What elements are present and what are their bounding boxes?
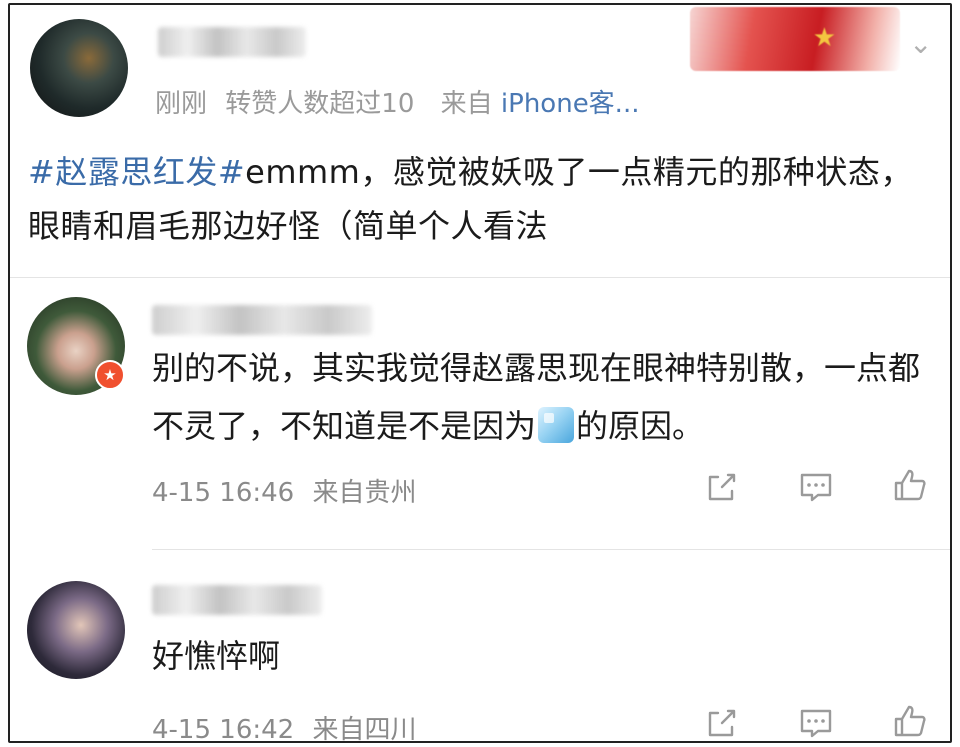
post-repost-count: 转赞人数超过10 [225, 89, 415, 119]
comment-icon[interactable] [798, 469, 834, 505]
star-icon: ★ [812, 23, 836, 53]
comment-icon[interactable] [798, 705, 834, 741]
decorative-banner-image: ★ [690, 7, 900, 71]
chevron-down-icon[interactable]: ⌄ [909, 27, 932, 60]
post-source-link[interactable]: iPhone客... [501, 89, 640, 119]
post-time: 刚刚 [155, 89, 208, 119]
thumbs-up-icon[interactable] [890, 701, 930, 741]
divider [152, 549, 950, 550]
post-meta: 刚刚 转赞人数超过10 来自 iPhone客... [155, 83, 639, 120]
comment-time: 4-15 16:46 [152, 478, 295, 508]
post-author-name[interactable] [158, 27, 306, 57]
comment-text: 别的不说，其实我觉得赵露思现在眼神特别散，一点都不灵了，不知道是不是因为 的原因。 [152, 339, 932, 455]
comment-text: 好憔悴啊 [152, 637, 281, 675]
comment-username[interactable] [152, 585, 322, 615]
ice-cube-emoji-icon [538, 407, 575, 443]
comment-text-part: 的原因。 [576, 407, 705, 445]
share-icon[interactable] [704, 705, 740, 741]
thumbs-up-icon[interactable] [890, 465, 930, 505]
hashtag-link[interactable]: #赵露思红发# [28, 153, 245, 191]
comment-time: 4-15 16:42 [152, 715, 295, 743]
post-from-label: 来自 [440, 89, 493, 119]
post-body: #赵露思红发#emmm，感觉被妖吸了一点精元的那种状态，眼睛和眉毛那边好怪（简单… [28, 145, 943, 253]
comment-location: 来自贵州 [312, 478, 417, 508]
comment-meta: 4-15 16:46 来自贵州 [152, 472, 416, 509]
comment-meta: 4-15 16:42 来自四川 [152, 709, 417, 743]
comment-username[interactable] [152, 305, 372, 335]
comment-location: 来自四川 [312, 715, 417, 743]
comment-text-part: 别的不说，其实我觉得赵露思现在眼神特别散，一点都不灵了，不知道是不是因为 [152, 349, 921, 445]
divider [10, 277, 950, 278]
post-author-avatar[interactable] [30, 19, 128, 117]
weibo-post-card: ★ ⌄ 刚刚 转赞人数超过10 来自 iPhone客... #赵露思红发#emm… [8, 3, 952, 743]
comment-avatar[interactable] [27, 581, 125, 679]
vip-badge-icon: ★ [95, 360, 125, 390]
share-icon[interactable] [704, 469, 740, 505]
